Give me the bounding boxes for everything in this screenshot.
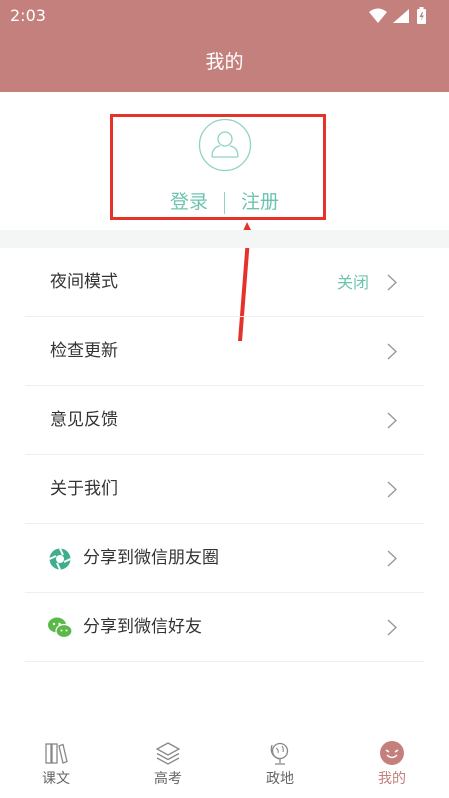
chevron-right-icon bbox=[387, 343, 398, 360]
tab-label: 我的 bbox=[378, 771, 406, 787]
chevron-right-icon bbox=[387, 412, 398, 429]
page-title: 我的 bbox=[205, 51, 244, 73]
books-icon bbox=[45, 743, 68, 764]
menu-item-share-moments[interactable]: 分享到微信朋友圈 bbox=[25, 524, 424, 593]
tab-mine[interactable]: 我的 bbox=[336, 730, 448, 798]
night-mode-value: 关闭 bbox=[336, 273, 369, 292]
wifi-icon bbox=[369, 8, 387, 23]
menu-item-about[interactable]: 关于我们 bbox=[25, 455, 424, 524]
register-link[interactable]: 注册 bbox=[241, 187, 279, 214]
system-icons bbox=[369, 7, 426, 24]
section-divider bbox=[0, 230, 449, 248]
status-bar: 2:03 bbox=[0, 0, 449, 32]
menu-item-label: 关于我们 bbox=[50, 479, 118, 499]
tab-gaokao[interactable]: 高考 bbox=[112, 730, 224, 798]
menu-item-label: 检查更新 bbox=[50, 341, 118, 361]
status-time: 2:03 bbox=[10, 6, 46, 25]
auth-divider bbox=[224, 191, 225, 214]
wechat-icon bbox=[48, 617, 73, 639]
tab-label: 高考 bbox=[154, 771, 182, 787]
globe-icon bbox=[270, 742, 289, 765]
avatar-icon[interactable] bbox=[198, 118, 252, 172]
menu-item-label: 分享到微信好友 bbox=[83, 617, 202, 637]
menu-item-check-update[interactable]: 检查更新 bbox=[25, 317, 424, 386]
title-bar: 我的 bbox=[0, 32, 449, 92]
settings-menu: 夜间模式 关闭 检查更新 意见反馈 关于我们 分享到微信朋友圈 分享到微信好友 bbox=[0, 248, 449, 662]
tab-texts[interactable]: 课文 bbox=[0, 730, 112, 798]
menu-item-share-friends[interactable]: 分享到微信好友 bbox=[25, 593, 424, 662]
menu-item-label: 夜间模式 bbox=[50, 272, 118, 292]
menu-item-label: 分享到微信朋友圈 bbox=[83, 548, 219, 568]
login-link[interactable]: 登录 bbox=[170, 187, 208, 214]
chevron-right-icon bbox=[387, 619, 398, 636]
wechat-moments-icon bbox=[49, 548, 71, 570]
chevron-right-icon bbox=[387, 550, 398, 567]
tab-label: 课文 bbox=[42, 771, 70, 787]
layers-icon bbox=[155, 742, 181, 765]
smiley-icon bbox=[380, 741, 404, 765]
tab-label: 政地 bbox=[266, 771, 294, 787]
chevron-right-icon bbox=[387, 481, 398, 498]
menu-item-label: 意见反馈 bbox=[50, 410, 118, 430]
bottom-tab-bar: 课文 高考 政地 我的 bbox=[0, 730, 449, 798]
tab-politics-geography[interactable]: 政地 bbox=[224, 730, 336, 798]
signal-icon bbox=[393, 9, 409, 23]
profile-section: 登录 注册 bbox=[0, 92, 449, 230]
menu-item-night-mode[interactable]: 夜间模式 关闭 bbox=[25, 248, 424, 317]
auth-links: 登录 注册 bbox=[0, 187, 449, 214]
menu-item-feedback[interactable]: 意见反馈 bbox=[25, 386, 424, 455]
chevron-right-icon bbox=[387, 274, 398, 291]
